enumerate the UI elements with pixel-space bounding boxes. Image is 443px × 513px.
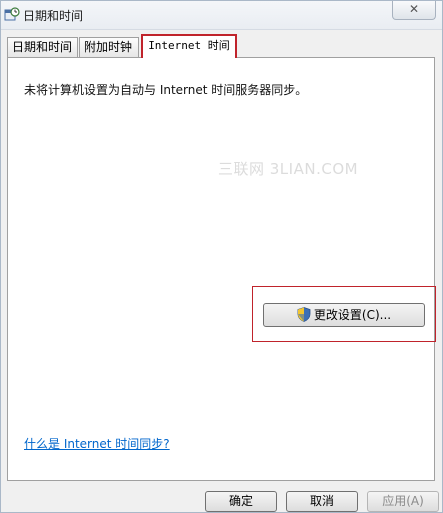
watermark: 三联网 3LIAN.COM <box>218 160 359 178</box>
date-time-dialog: 日期和时间 ✕ 日期和时间 附加时钟 Internet 时间 未将计算机设置为自… <box>0 0 443 513</box>
title-bar[interactable]: 日期和时间 ✕ <box>1 1 442 30</box>
window-title: 日期和时间 <box>23 9 84 23</box>
tab-date-time[interactable]: 日期和时间 <box>7 37 78 57</box>
date-time-icon <box>4 6 20 22</box>
ok-button[interactable]: 确定 <box>205 491 277 512</box>
change-settings-label: 更改设置(C)... <box>313 308 392 322</box>
sync-status-text: 未将计算机设置为自动与 Internet 时间服务器同步。 <box>24 83 308 97</box>
apply-button[interactable]: 应用(A) <box>367 491 439 512</box>
tab-internet-time[interactable]: Internet 时间 <box>141 34 237 58</box>
uac-shield-icon <box>297 307 311 322</box>
internet-time-panel: 未将计算机设置为自动与 Internet 时间服务器同步。 三联网 3LIAN.… <box>7 57 436 481</box>
tab-additional-clocks[interactable]: 附加时钟 <box>79 37 139 57</box>
change-settings-button[interactable]: 更改设置(C)... <box>263 303 425 327</box>
help-link-internet-time-sync[interactable]: 什么是 Internet 时间同步? <box>24 435 170 452</box>
close-button[interactable]: ✕ <box>392 1 436 20</box>
cancel-button[interactable]: 取消 <box>286 491 358 512</box>
